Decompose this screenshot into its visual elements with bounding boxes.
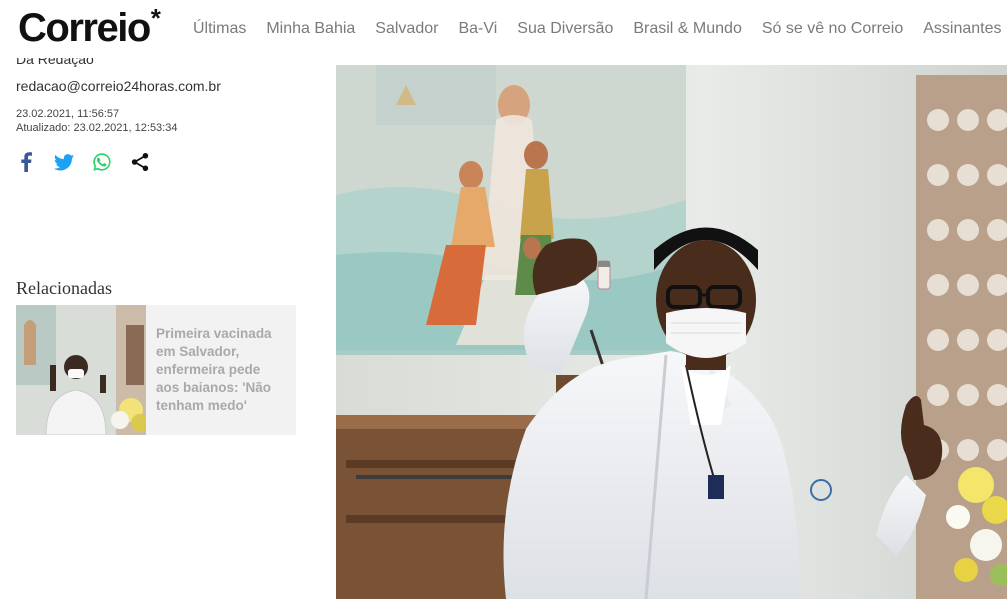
- twitter-icon[interactable]: [54, 152, 74, 172]
- nav-ultimas[interactable]: Últimas: [193, 20, 246, 38]
- logo-star: *: [150, 3, 161, 33]
- related-headline[interactable]: Primeira vacinada em Salvador, enfermeir…: [146, 305, 296, 435]
- share-icon[interactable]: [130, 152, 150, 172]
- nav-so-se-ve[interactable]: Só se vê no Correio: [762, 20, 903, 38]
- logo-text: Correio: [18, 6, 151, 50]
- nav-assinantes[interactable]: Assinantes: [923, 20, 1001, 38]
- share-bar: [16, 150, 316, 174]
- nav-brasil-mundo[interactable]: Brasil & Mundo: [633, 20, 742, 38]
- facebook-icon[interactable]: [16, 152, 36, 172]
- article-meta: Da Redação redacao@correio24horas.com.br…: [16, 58, 316, 174]
- article-dates: 23.02.2021, 11:56:57 Atualizado: 23.02.2…: [16, 107, 316, 135]
- related-title: Relacionadas: [16, 278, 112, 298]
- main-nav: Últimas Minha Bahia Salvador Ba-Vi Sua D…: [183, 0, 1007, 58]
- site-header: Correio* Últimas Minha Bahia Salvador Ba…: [0, 0, 1007, 58]
- nav-sua-diversao[interactable]: Sua Diversão: [517, 20, 613, 38]
- article-author: Da Redação: [16, 58, 94, 67]
- nav-salvador[interactable]: Salvador: [375, 20, 438, 38]
- related-card[interactable]: Primeira vacinada em Salvador, enfermeir…: [16, 305, 296, 435]
- related-thumbnail[interactable]: [16, 305, 146, 435]
- article-main-photo: [336, 65, 1007, 599]
- author-wrapper: Da Redação: [16, 58, 316, 68]
- site-logo[interactable]: Correio*: [18, 3, 161, 54]
- nav-ba-vi[interactable]: Ba-Vi: [458, 20, 497, 38]
- whatsapp-icon[interactable]: [92, 152, 112, 172]
- nav-minha-bahia[interactable]: Minha Bahia: [266, 20, 355, 38]
- updated-date: Atualizado: 23.02.2021, 12:53:34: [16, 122, 178, 134]
- author-email[interactable]: redacao@correio24horas.com.br: [16, 78, 316, 95]
- published-date: 23.02.2021, 11:56:57: [16, 108, 120, 120]
- photo-illustration: [336, 65, 1007, 599]
